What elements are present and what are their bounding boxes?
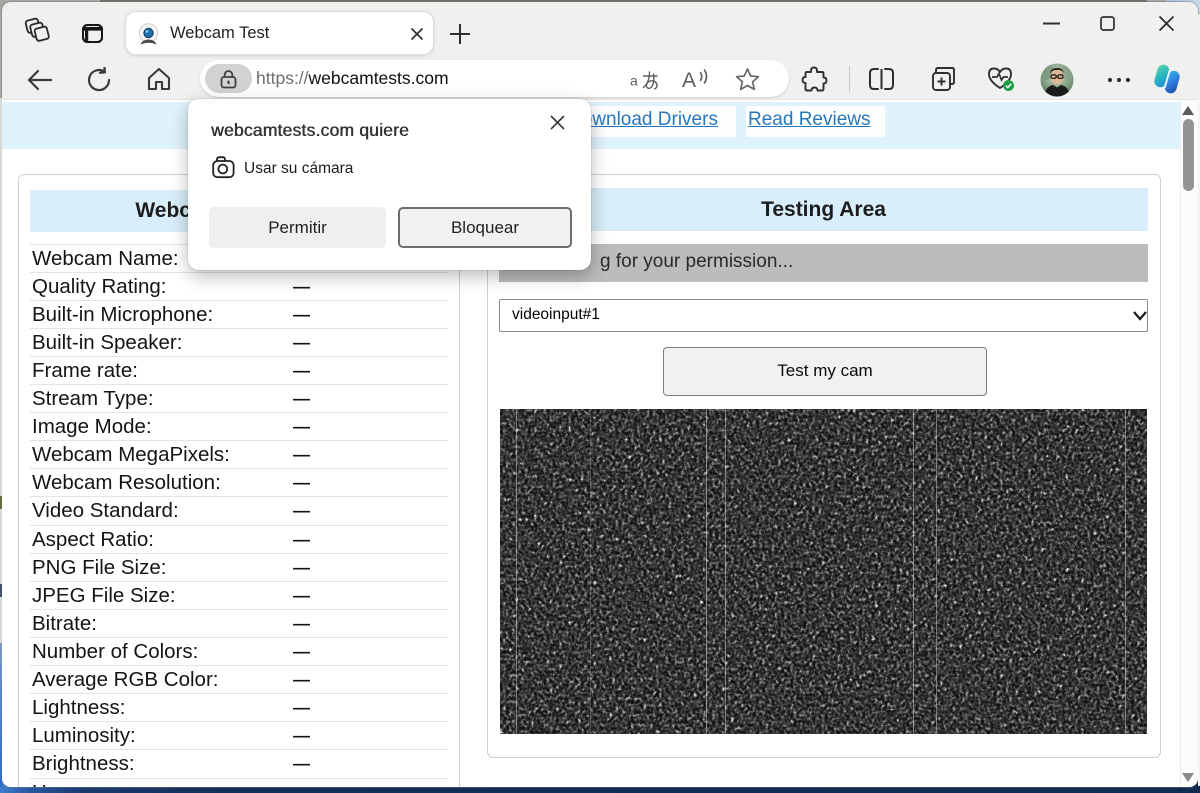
svg-text:A: A <box>682 69 696 92</box>
svg-text:a: a <box>630 73 638 89</box>
